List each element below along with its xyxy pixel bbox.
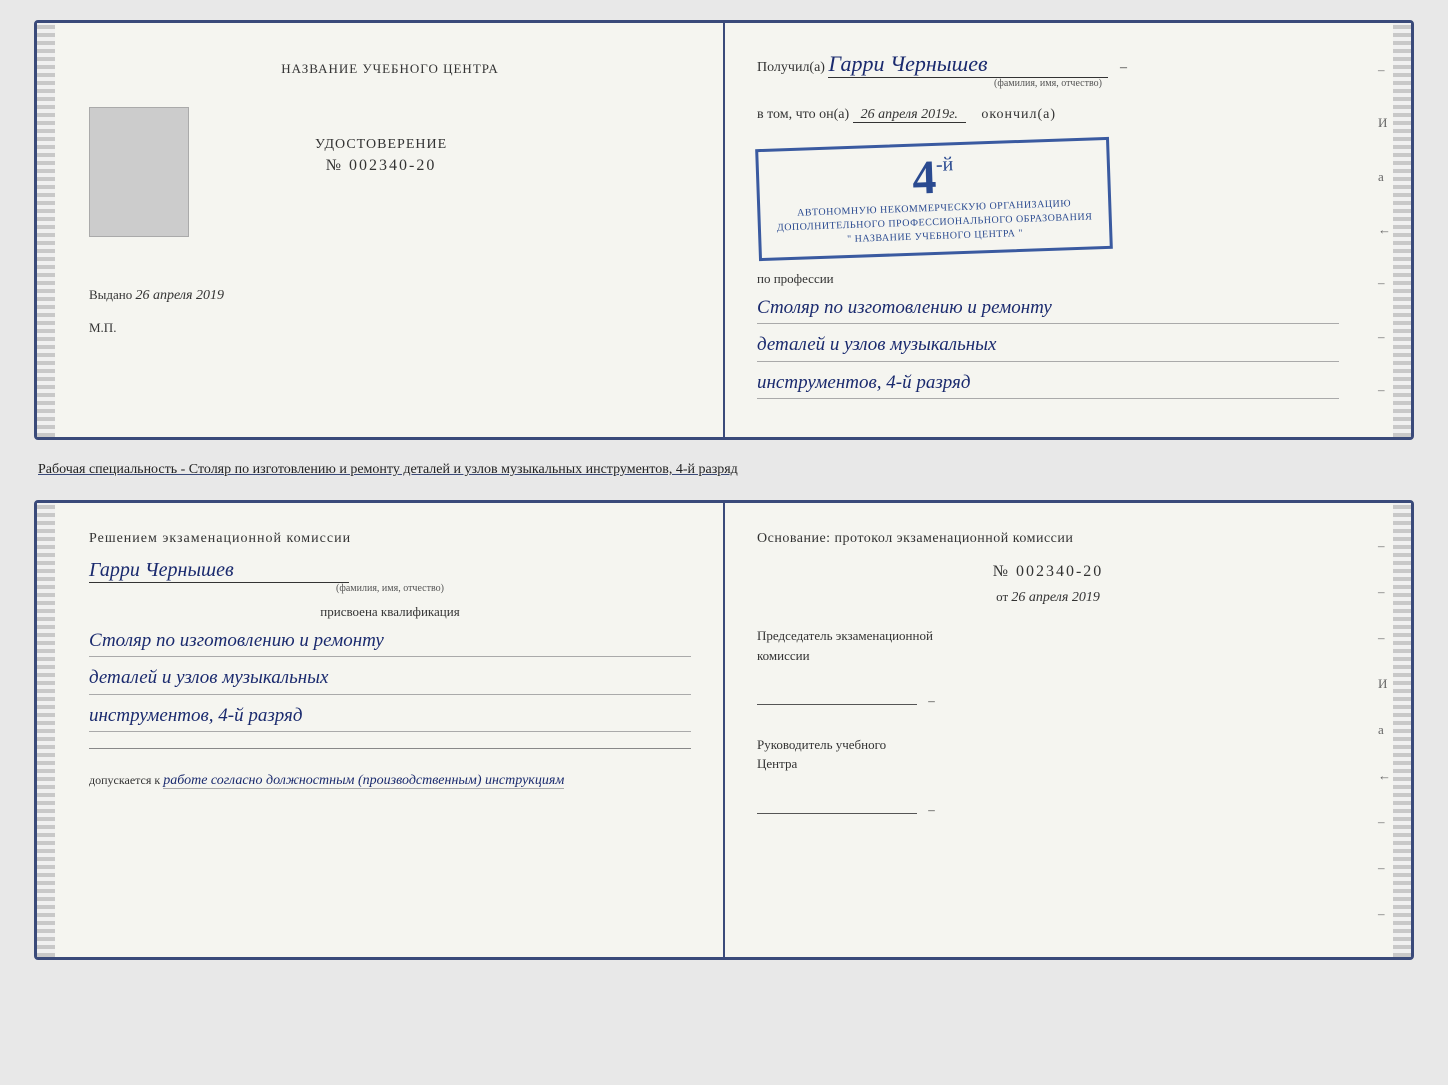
recipient-name-top: Гарри Чернышев	[828, 51, 1108, 78]
photo-placeholder	[89, 107, 189, 237]
rukovoditel-block: Руководитель учебного Центра –	[757, 735, 1339, 820]
subtitle-text: Рабочая специальность - Столяр по изгото…	[38, 462, 738, 477]
stamp-block: 4 -й АВТОНОМНУЮ НЕКОММЕРЧЕСКУЮ ОРГАНИЗАЦ…	[755, 137, 1112, 261]
mp-label: М.П.	[89, 320, 691, 336]
predsedatel-block: Председатель экзаменационной комиссии –	[757, 626, 1339, 711]
poluchil-line: Получил(а) Гарри Чернышев – (фамилия, им…	[757, 51, 1339, 89]
cert-bottom-right: Основание: протокол экзаменационной коми…	[725, 503, 1411, 957]
udostoverenie-title: УДОСТОВЕРЕНИЕ	[315, 137, 447, 153]
udostoverenie-block: УДОСТОВЕРЕНИЕ № 002340-20	[315, 137, 447, 175]
cert-top-right: Получил(а) Гарри Чернышев – (фамилия, им…	[725, 23, 1411, 437]
dopusk-text: работе согласно должностным (производств…	[163, 773, 564, 789]
cert-bottom-left: Решением экзаменационной комиссии Гарри …	[37, 503, 725, 957]
right-edge-dashes-bottom: – – – И а ← – – –	[1378, 503, 1391, 957]
profession-line3-top: инструментов, 4-й разряд	[757, 368, 1339, 399]
qual-line2-bottom: деталей и узлов музыкальных	[89, 663, 691, 694]
profession-line1-top: Столяр по изготовлению и ремонту	[757, 293, 1339, 324]
bottom-certificate: Решением экзаменационной комиссии Гарри …	[34, 500, 1414, 960]
vydano-line: Выдано 26 апреля 2019	[89, 287, 691, 304]
recipient-name-bottom: Гарри Чернышев	[89, 559, 349, 583]
rukovoditel-signature-line	[757, 794, 917, 814]
resheniem-title: Решением экзаменационной комиссии	[89, 531, 691, 547]
dopuskaetsya-line: допускается к работе согласно должностны…	[89, 773, 691, 789]
protocol-number: № 002340-20	[757, 563, 1339, 581]
cert-top-left: НАЗВАНИЕ УЧЕБНОГО ЦЕНТРА УДОСТОВЕРЕНИЕ №…	[37, 23, 725, 437]
vtom-line: в том, что он(а) 26 апреля 2019г. окончи…	[757, 107, 1339, 123]
right-edge-dashes: – И а ← – – –	[1378, 23, 1391, 437]
qual-line3-bottom: инструментов, 4-й разряд	[89, 701, 691, 732]
subtitle-bar: Рабочая специальность - Столяр по изгото…	[34, 456, 1414, 484]
cert-top-number: № 002340-20	[315, 157, 447, 175]
top-certificate: НАЗВАНИЕ УЧЕБНОГО ЦЕНТРА УДОСТОВЕРЕНИЕ №…	[34, 20, 1414, 440]
po-professii-label: по профессии	[757, 271, 1339, 287]
prisvoena-line: присвоена квалификация	[89, 604, 691, 620]
ot-date-line: от 26 апреля 2019	[757, 589, 1339, 606]
predsedatel-signature-line	[757, 685, 917, 705]
osnovanie-title: Основание: протокол экзаменационной коми…	[757, 531, 1339, 547]
qual-line1-bottom: Столяр по изготовлению и ремонту	[89, 626, 691, 657]
profession-line2-top: деталей и узлов музыкальных	[757, 330, 1339, 361]
bottom-name-block: Гарри Чернышев (фамилия, имя, отчество)	[89, 559, 691, 594]
center-title: НАЗВАНИЕ УЧЕБНОГО ЦЕНТРА	[89, 61, 691, 77]
